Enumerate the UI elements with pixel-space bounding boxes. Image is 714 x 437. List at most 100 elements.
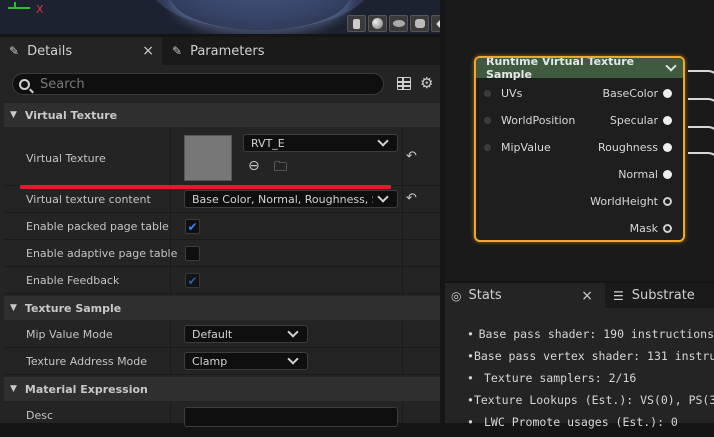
texture-address-mode-dropdown[interactable]: Clamp — [184, 352, 308, 370]
output-pin-specular[interactable] — [663, 116, 672, 125]
close-icon[interactable]: × — [581, 288, 593, 304]
property-label: Enable Feedback — [26, 274, 120, 287]
input-pin-label: WorldPosition — [501, 114, 576, 127]
input-pin-uvs[interactable] — [484, 90, 491, 97]
reset-to-default-icon[interactable]: ↶ — [406, 191, 417, 206]
use-selected-asset-icon[interactable]: ⊖ — [248, 158, 260, 174]
output-pin-basecolor[interactable] — [663, 89, 672, 98]
input-pin-label: UVs — [501, 87, 523, 100]
property-row-virtual-texture: Virtual Texture RVT_E ⊖ 🗀 ↶ — [4, 128, 440, 186]
column-divider — [402, 240, 403, 266]
stat-text: Base pass shader: 190 instructions — [478, 327, 714, 341]
mip-value-mode-dropdown[interactable]: Default — [184, 325, 308, 343]
tab-substrate-label: Substrate — [631, 288, 695, 303]
dropdown-value: Clamp — [192, 354, 228, 368]
collapse-triangle-icon: ▼ — [10, 303, 17, 313]
category-label: Texture Sample — [24, 301, 122, 315]
property-label: Virtual texture content — [26, 193, 151, 206]
input-pin-mipvalue[interactable] — [484, 144, 491, 151]
list-item: •Base pass vertex shader: 131 instructio… — [467, 349, 714, 371]
property-row-mip-value-mode: Mip Value Mode Default — [4, 321, 440, 348]
close-icon[interactable]: × — [142, 43, 154, 59]
material-preview-viewport[interactable]: X — [0, 0, 440, 34]
input-pin-worldposition[interactable] — [484, 117, 491, 124]
output-pin-roughness[interactable] — [663, 143, 672, 152]
category-label: Material Expression — [24, 382, 148, 396]
node-header[interactable]: Runtime Virtual Texture Sample — [476, 58, 683, 81]
output-pin-label: Roughness — [597, 141, 658, 154]
column-divider — [402, 267, 403, 293]
table-view-icon[interactable] — [397, 75, 411, 90]
column-divider — [402, 213, 403, 239]
asset-picker-dropdown[interactable]: RVT_E — [243, 134, 398, 152]
output-wire — [688, 70, 714, 96]
axis-gizmo-line — [8, 7, 30, 9]
cylinder-icon[interactable] — [347, 15, 366, 32]
tab-stats[interactable]: ◎ Stats × — [445, 283, 605, 308]
details-tab-bar: ✎ Details × ✎ Parameters — [0, 37, 440, 65]
property-row-enable-feedback: Enable Feedback ✔ — [4, 267, 440, 294]
column-divider — [170, 186, 171, 212]
category-virtual-texture[interactable]: ▼ Virtual Texture — [4, 103, 440, 127]
tab-details-label: Details — [27, 43, 73, 59]
axis-x-label: X — [36, 3, 44, 16]
output-wire — [688, 126, 714, 152]
property-label: Enable adaptive page table — [26, 247, 178, 260]
desc-text-field[interactable] — [184, 407, 398, 427]
virtual-texture-content-dropdown[interactable]: Base Color, Normal, Roughness, Specular — [184, 190, 398, 208]
chevron-down-icon — [287, 326, 299, 338]
column-divider — [170, 240, 171, 266]
output-pin-worldheight[interactable] — [663, 197, 672, 206]
output-pin-normal[interactable] — [663, 170, 672, 179]
stat-text: Base pass vertex shader: 131 instruction… — [473, 349, 714, 363]
property-row-texture-address-mode: Texture Address Mode Clamp — [4, 348, 440, 375]
list-item: • Base pass shader: 190 instructions — [467, 327, 714, 349]
preview-shape-buttons — [347, 15, 440, 32]
category-texture-sample[interactable]: ▼ Texture Sample — [4, 296, 440, 320]
output-pin-label: WorldHeight — [590, 195, 658, 208]
plane-icon[interactable] — [389, 15, 408, 32]
asset-picker-value: RVT_E — [251, 136, 285, 150]
checkbox-checked[interactable]: ✔ — [185, 219, 200, 234]
column-divider — [170, 213, 171, 239]
checkbox-checked-disabled[interactable]: ✔ — [185, 273, 200, 288]
stat-text: LWC Promote usages (Est.): 0 — [484, 415, 678, 429]
tab-parameters[interactable]: ✎ Parameters — [164, 37, 284, 65]
sphere-icon[interactable] — [368, 15, 387, 32]
column-divider — [402, 402, 403, 423]
list-icon: ☰ — [613, 288, 624, 303]
tab-stats-label: Stats — [468, 288, 502, 303]
stat-text: Texture samplers: 2/16 — [484, 371, 637, 385]
tab-parameters-label: Parameters — [190, 43, 265, 59]
browse-asset-icon[interactable]: 🗀 — [274, 158, 287, 180]
gear-icon[interactable]: ⚙ — [420, 74, 433, 92]
search-field[interactable] — [12, 73, 384, 95]
tab-substrate[interactable]: ☰ Substrate — [607, 283, 714, 308]
chevron-down-icon — [377, 191, 389, 203]
list-item: • Texture samplers: 2/16 — [467, 371, 714, 393]
output-pin-mask[interactable] — [663, 224, 672, 233]
search-input[interactable] — [38, 75, 362, 93]
teapot-icon[interactable] — [431, 15, 440, 32]
property-row-enable-adaptive-page-table: Enable adaptive page table — [4, 240, 440, 267]
annotation-underline — [20, 185, 391, 189]
collapse-triangle-icon: ▼ — [10, 384, 17, 394]
reset-to-default-icon[interactable]: ↶ — [406, 149, 417, 164]
property-row-virtual-texture-content: Virtual texture content Base Color, Norm… — [4, 186, 440, 213]
texture-thumbnail[interactable] — [184, 135, 232, 181]
column-divider — [170, 321, 171, 347]
category-material-expression[interactable]: ▼ Material Expression — [4, 377, 440, 401]
stats-icon: ◎ — [451, 288, 462, 303]
checkbox-unchecked[interactable] — [185, 246, 200, 261]
column-divider — [402, 128, 403, 185]
output-wire — [688, 98, 714, 124]
output-wire — [688, 152, 714, 178]
category-label: Virtual Texture — [24, 108, 118, 122]
stat-text: Texture Lookups (Est.): VS(0), PS(3) — [473, 393, 714, 407]
property-label: Texture Address Mode — [26, 355, 148, 368]
property-row-enable-packed-page-table: Enable packed page table ✔ — [4, 213, 440, 240]
dropdown-value: Base Color, Normal, Roughness, Specular — [192, 192, 373, 206]
property-label: Enable packed page table — [26, 220, 169, 233]
cube-icon[interactable] — [410, 15, 429, 32]
tab-details[interactable]: ✎ Details × — [0, 37, 162, 65]
